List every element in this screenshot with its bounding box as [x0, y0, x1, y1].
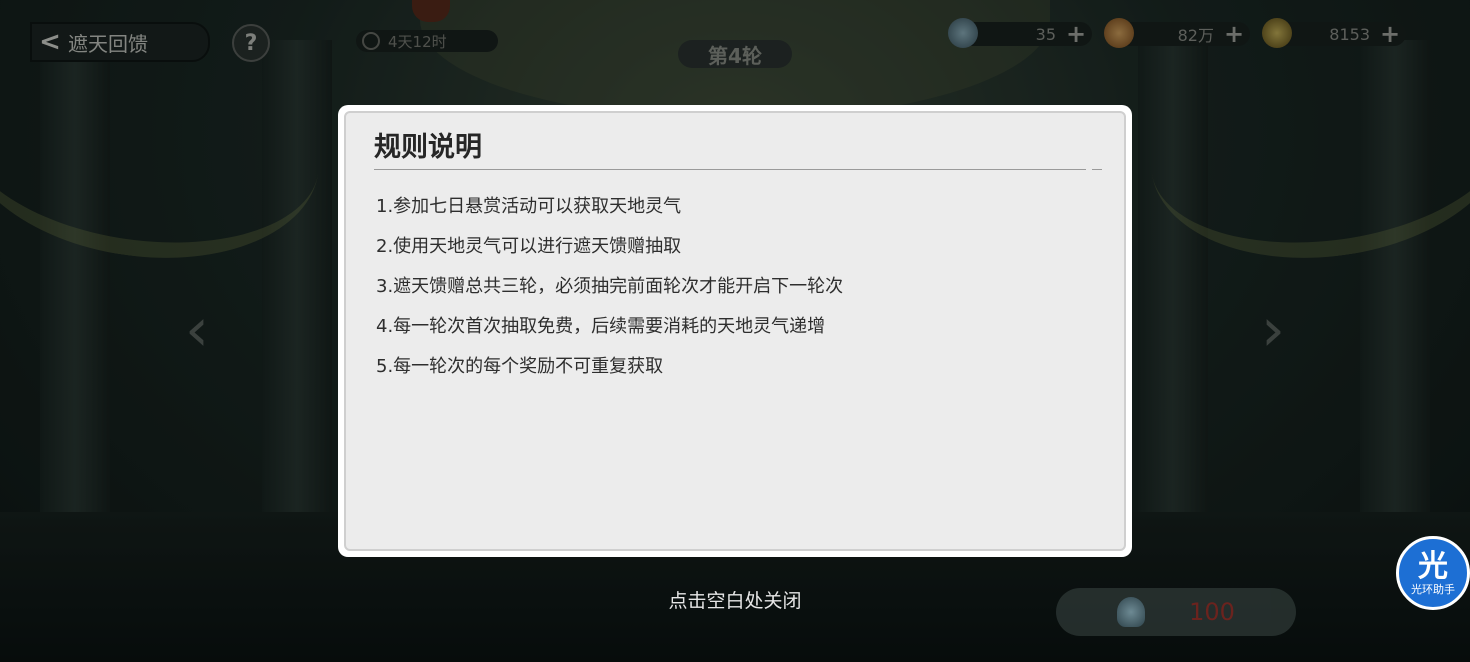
draw-cost: 100: [1189, 598, 1235, 626]
rule-item: 1.参加七日悬赏活动可以获取天地灵气: [376, 196, 682, 217]
assistant-logo-icon: 光: [1418, 548, 1448, 584]
rule-item: 4.每一轮次首次抽取免费，后续需要消耗的天地灵气递增: [376, 316, 826, 337]
bell-icon: [1117, 597, 1146, 627]
dialog-title: 规则说明: [374, 132, 482, 163]
draw-button[interactable]: 100: [1056, 588, 1296, 636]
rule-item: 5.每一轮次的每个奖励不可重复获取: [376, 356, 664, 377]
divider: [1092, 169, 1102, 170]
rules-dialog-body: 规则说明 1.参加七日悬赏活动可以获取天地灵气 2.使用天地灵气可以进行遮天馈赠…: [344, 111, 1126, 551]
divider: [374, 169, 1086, 170]
rule-item: 3.遮天馈赠总共三轮，必须抽完前面轮次才能开启下一轮次: [376, 276, 844, 297]
rules-list: 1.参加七日悬赏活动可以获取天地灵气 2.使用天地灵气可以进行遮天馈赠抽取 3.…: [376, 187, 843, 387]
rule-item: 2.使用天地灵气可以进行遮天馈赠抽取: [376, 236, 682, 257]
game-screen: < 遮天回馈 ? 4天12时 第4轮 35 + 82万 + 8153 + ‹ ›…: [0, 0, 1470, 662]
assistant-floating-button[interactable]: 光 光环助手: [1396, 536, 1470, 610]
assistant-label: 光环助手: [1411, 582, 1455, 596]
rules-dialog: 规则说明 1.参加七日悬赏活动可以获取天地灵气 2.使用天地灵气可以进行遮天馈赠…: [338, 105, 1132, 557]
